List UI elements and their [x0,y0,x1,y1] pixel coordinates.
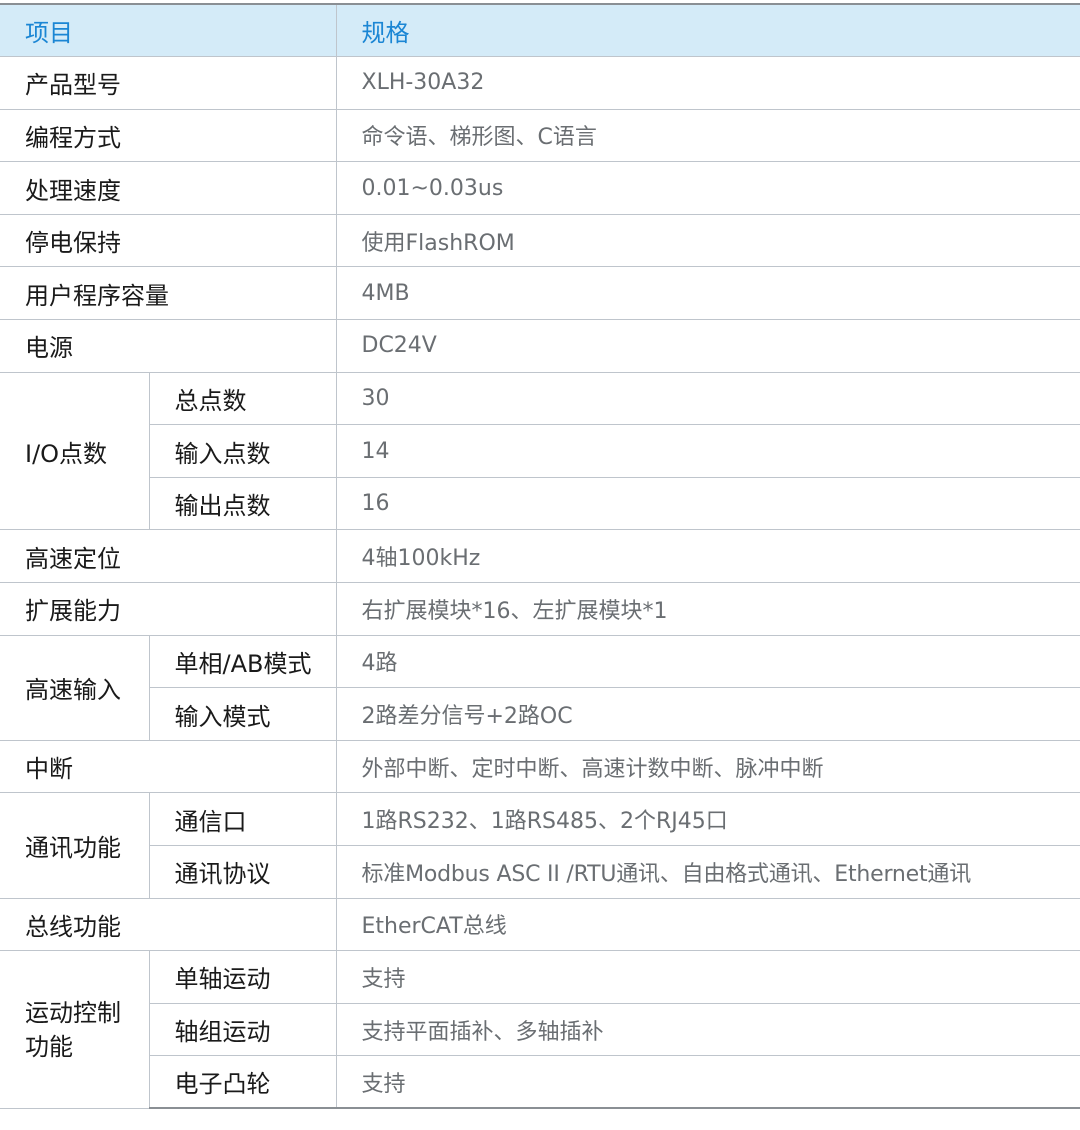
row-value: 14 [335,424,1080,478]
row-value: 4轴100kHz [335,529,1080,584]
row-value: 命令语、梯形图、C语言 [335,109,1080,163]
row-value: 支持平面插补、多轴插补 [335,1003,1080,1057]
table-row: 总线功能 EtherCAT总线 [0,898,1080,952]
sub-label: 单相/AB模式 [148,635,336,689]
row-label: 用户程序容量 [0,266,336,321]
row-label: 产品型号 [0,56,336,110]
table-row: 输入模式 2路差分信号+2路OC [0,687,1080,741]
table-row: 中断 外部中断、定时中断、高速计数中断、脉冲中断 [0,740,1080,794]
sub-label: 单轴运动 [148,950,336,1004]
table-row: 高速输入 单相/AB模式 4路 [0,635,1080,741]
row-value: 30 [335,372,1080,426]
spec-table: 项目 规格 产品型号 XLH-30A32 编程方式 命令语、梯形图、C语言 处理… [0,3,1080,1110]
row-value: 外部中断、定时中断、高速计数中断、脉冲中断 [335,740,1080,794]
row-value: 右扩展模块*16、左扩展模块*1 [335,582,1080,636]
header-item: 项目 [0,3,336,58]
row-value: 4MB [335,266,1080,321]
table-row: 编程方式 命令语、梯形图、C语言 [0,109,1080,163]
sub-label: 输入点数 [148,424,336,478]
group-label: 高速输入 [0,635,149,741]
header-spec: 规格 [335,3,1080,58]
table-row: 用户程序容量 4MB [0,266,1080,321]
row-value: 标准Modbus ASC II /RTU通讯、自由格式通讯、Ethernet通讯 [335,845,1080,899]
group-label: 通讯功能 [0,792,149,899]
table-row: I/O点数 总点数 30 [0,372,1080,531]
row-value: 4路 [335,635,1080,689]
row-label: 处理速度 [0,161,336,215]
table-row: 通讯协议 标准Modbus ASC II /RTU通讯、自由格式通讯、Ether… [0,845,1080,899]
sub-label: 电子凸轮 [148,1055,336,1110]
group-label: I/O点数 [0,372,149,531]
table-row: 高速定位 4轴100kHz [0,529,1080,584]
table-row: 处理速度 0.01~0.03us [0,161,1080,215]
row-value: 1路RS232、1路RS485、2个RJ45口 [335,792,1080,846]
table-row: 电子凸轮 支持 [0,1055,1080,1110]
row-label: 总线功能 [0,898,336,952]
row-label: 编程方式 [0,109,336,163]
table-row: 产品型号 XLH-30A32 [0,56,1080,110]
row-value: 使用FlashROM [335,214,1080,268]
sub-label: 总点数 [148,372,336,426]
group-label: 运动控制功能 [0,950,149,1109]
row-value: DC24V [335,319,1080,373]
sub-label: 通讯协议 [148,845,336,899]
row-label: 停电保持 [0,214,336,268]
table-row: 通讯功能 通信口 1路RS232、1路RS485、2个RJ45口 [0,792,1080,899]
row-value: 16 [335,477,1080,531]
row-value: 2路差分信号+2路OC [335,687,1080,741]
row-value: 支持 [335,950,1080,1004]
header-row: 项目 规格 [0,3,1080,58]
table-row: 电源 DC24V [0,319,1080,373]
row-label: 扩展能力 [0,582,336,636]
table-row: 停电保持 使用FlashROM [0,214,1080,268]
sub-label: 输出点数 [148,477,336,531]
table-row: 轴组运动 支持平面插补、多轴插补 [0,1003,1080,1057]
sub-label: 轴组运动 [148,1003,336,1057]
row-value: 支持 [335,1055,1080,1110]
row-label: 电源 [0,319,336,373]
row-value: 0.01~0.03us [335,161,1080,215]
row-label: 高速定位 [0,529,336,584]
table-row: 输入点数 14 [0,424,1080,478]
row-value: EtherCAT总线 [335,898,1080,952]
row-label: 中断 [0,740,336,794]
sub-label: 通信口 [148,792,336,846]
row-value: XLH-30A32 [335,56,1080,110]
table-row: 输出点数 16 [0,477,1080,531]
table-row: 扩展能力 右扩展模块*16、左扩展模块*1 [0,582,1080,636]
table-row: 运动控制功能 单轴运动 支持 [0,950,1080,1109]
sub-label: 输入模式 [148,687,336,741]
